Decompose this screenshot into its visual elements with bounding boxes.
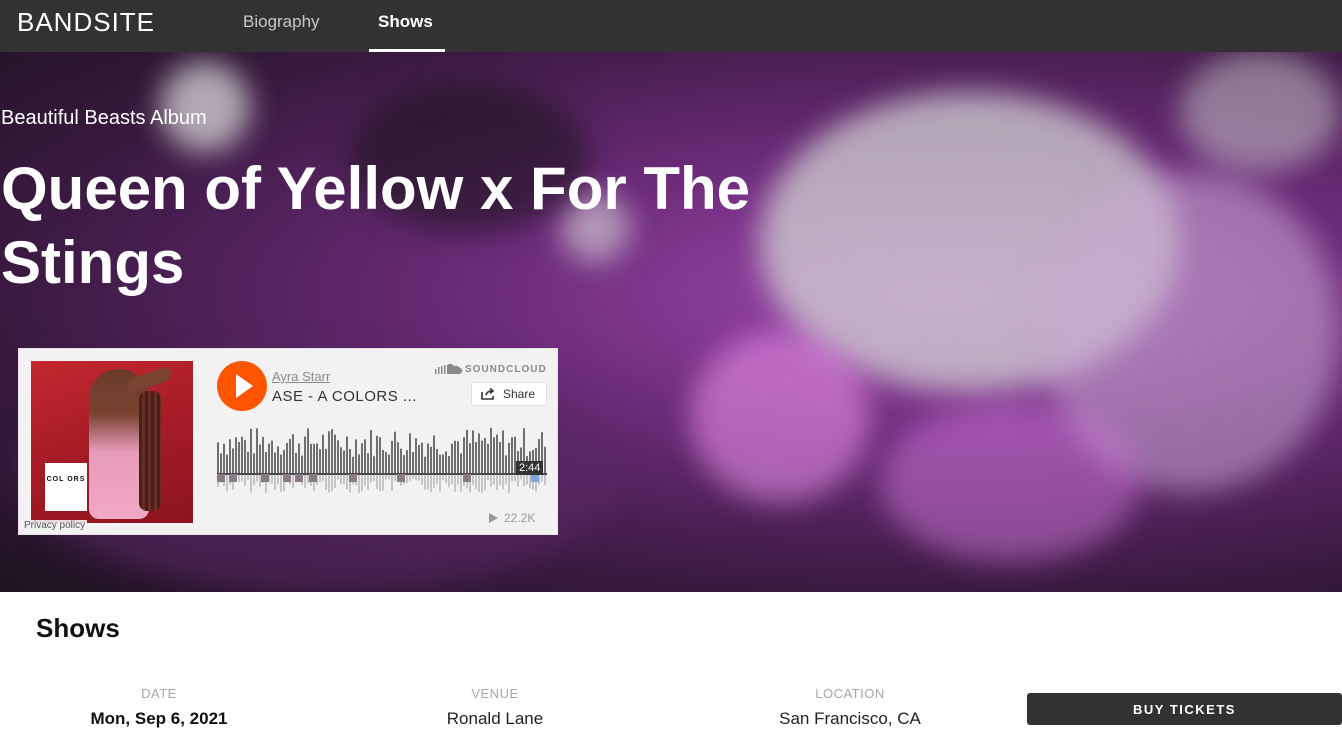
track-title[interactable]: ASE - A COLORS ...: [272, 388, 417, 405]
top-nav: BANDSITE Biography Shows: [0, 0, 1342, 52]
venue-column-header: VENUE: [471, 686, 519, 701]
hero-background-shape: [1180, 52, 1340, 172]
colors-logo: COL ORS: [45, 463, 87, 511]
show-location: San Francisco, CA: [779, 709, 921, 728]
waveform[interactable]: [217, 425, 547, 495]
hero-background-shape: [880, 402, 1140, 562]
artwork-figure-hair: [139, 391, 161, 511]
play-icon: [236, 374, 253, 398]
site-logo[interactable]: BANDSITE: [17, 7, 155, 38]
album-artwork[interactable]: COL ORS: [31, 361, 193, 523]
share-icon: [481, 388, 495, 400]
hero-subtitle: Beautiful Beasts Album: [1, 107, 207, 129]
location-column-header: LOCATION: [815, 686, 885, 701]
nav-link-biography[interactable]: Biography: [243, 12, 320, 32]
show-date: Mon, Sep 6, 2021: [90, 709, 228, 728]
hero-background-shape: [690, 332, 870, 502]
hero-banner: Beautiful Beasts Album Queen of Yellow x…: [0, 52, 1342, 592]
buy-tickets-button[interactable]: BUY TICKETS: [1027, 693, 1342, 725]
share-label: Share: [503, 387, 536, 401]
hero-title: Queen of Yellow x For The Stings: [1, 155, 751, 296]
play-button[interactable]: [217, 361, 267, 411]
shows-heading: Shows: [36, 613, 120, 643]
soundcloud-brand[interactable]: SOUNDCLOUD: [435, 363, 547, 375]
play-count-icon: [489, 513, 498, 523]
artist-link[interactable]: Ayra Starr: [272, 369, 330, 384]
soundcloud-icon: [435, 363, 463, 374]
soundcloud-player: COL ORS Privacy policy Ayra Starr ASE - …: [18, 348, 558, 535]
show-venue: Ronald Lane: [446, 709, 544, 728]
play-count: 22.2K: [489, 511, 535, 525]
soundcloud-label: SOUNDCLOUD: [465, 364, 547, 375]
share-button[interactable]: Share: [471, 382, 547, 406]
privacy-policy-link[interactable]: Privacy policy: [22, 520, 88, 531]
track-duration: 2:44: [516, 461, 544, 475]
nav-link-shows[interactable]: Shows: [378, 12, 433, 32]
play-count-value: 22.2K: [504, 511, 536, 525]
date-column-header: DATE: [141, 686, 177, 701]
